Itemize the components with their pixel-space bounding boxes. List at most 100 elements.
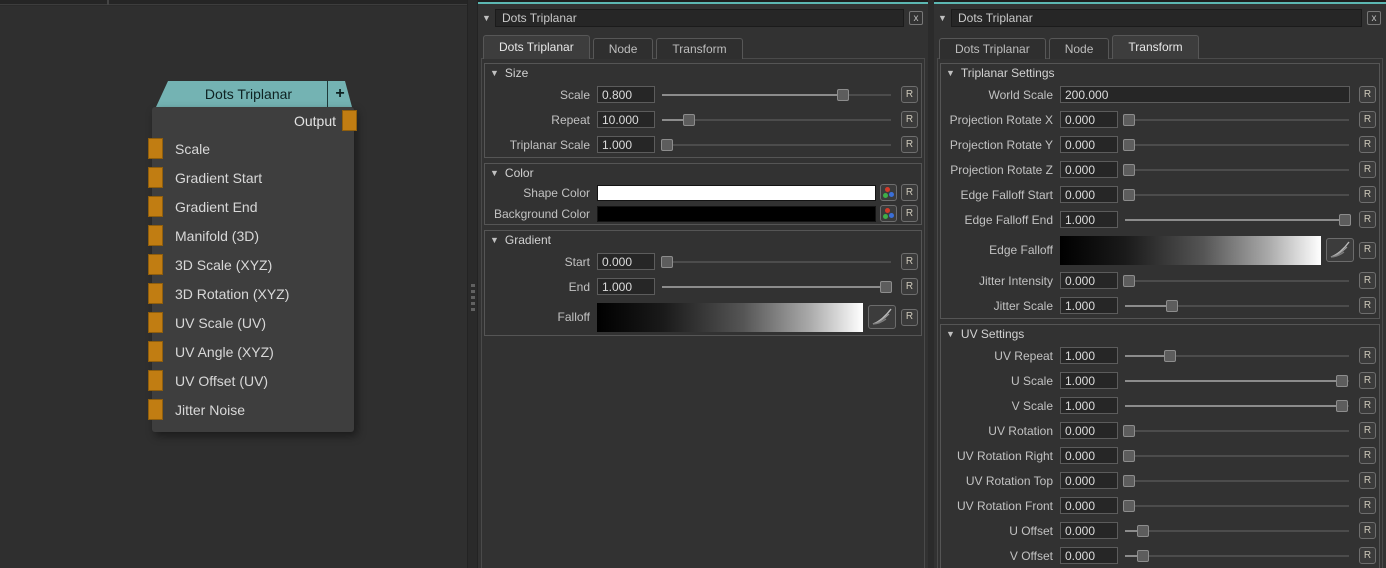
- collapse-triangle-icon[interactable]: ▼: [490, 235, 499, 245]
- slider[interactable]: [1125, 299, 1349, 313]
- reset-button[interactable]: R: [1359, 422, 1376, 439]
- slider-handle[interactable]: [1339, 214, 1351, 226]
- reset-button[interactable]: R: [901, 205, 918, 222]
- group-header[interactable]: ▼ UV Settings: [941, 325, 1379, 343]
- slider[interactable]: [1125, 424, 1349, 438]
- slider-handle[interactable]: [1123, 114, 1135, 126]
- slider-handle[interactable]: [1164, 350, 1176, 362]
- input-port[interactable]: [148, 167, 163, 188]
- tab-transform[interactable]: Transform: [1112, 35, 1198, 59]
- reset-button[interactable]: R: [901, 136, 918, 153]
- slider-handle[interactable]: [1137, 525, 1149, 537]
- slider-handle[interactable]: [1123, 139, 1135, 151]
- slider[interactable]: [1125, 274, 1349, 288]
- slider[interactable]: [662, 113, 891, 127]
- slider-handle[interactable]: [661, 139, 673, 151]
- input-port[interactable]: [148, 399, 163, 420]
- tab-node[interactable]: Node: [1049, 38, 1110, 59]
- input-port[interactable]: [148, 254, 163, 275]
- slider[interactable]: [662, 88, 891, 102]
- reset-button[interactable]: R: [1359, 297, 1376, 314]
- reset-button[interactable]: R: [1359, 547, 1376, 564]
- reset-button[interactable]: R: [901, 253, 918, 270]
- splitter-grip[interactable]: [471, 284, 475, 311]
- slider-handle[interactable]: [1166, 300, 1178, 312]
- slider[interactable]: [1125, 399, 1349, 413]
- slider[interactable]: [1125, 374, 1349, 388]
- slider[interactable]: [1125, 213, 1349, 227]
- slider-handle[interactable]: [1123, 450, 1135, 462]
- close-icon[interactable]: x: [909, 11, 923, 25]
- slider-handle[interactable]: [837, 89, 849, 101]
- reset-button[interactable]: R: [1359, 372, 1376, 389]
- value-input[interactable]: [1060, 372, 1118, 389]
- reset-button[interactable]: R: [1359, 242, 1376, 259]
- value-input[interactable]: [1060, 522, 1118, 539]
- slider-handle[interactable]: [1336, 400, 1348, 412]
- input-port[interactable]: [148, 312, 163, 333]
- collapse-triangle-icon[interactable]: ▼: [946, 329, 955, 339]
- slider[interactable]: [1125, 138, 1349, 152]
- group-header[interactable]: ▼ Color: [485, 164, 921, 182]
- collapse-triangle-icon[interactable]: ▼: [490, 168, 499, 178]
- input-port[interactable]: [148, 225, 163, 246]
- curve-editor-icon[interactable]: [868, 305, 896, 329]
- input-port[interactable]: [148, 138, 163, 159]
- reset-button[interactable]: R: [1359, 447, 1376, 464]
- close-icon[interactable]: x: [1367, 11, 1381, 25]
- value-input[interactable]: [1060, 422, 1118, 439]
- tab-transform[interactable]: Transform: [656, 38, 742, 59]
- slider-handle[interactable]: [1336, 375, 1348, 387]
- slider[interactable]: [1125, 474, 1349, 488]
- slider[interactable]: [1125, 524, 1349, 538]
- slider-handle[interactable]: [1123, 164, 1135, 176]
- slider[interactable]: [1125, 113, 1349, 127]
- falloff-gradient-bar[interactable]: [1060, 236, 1321, 265]
- group-header[interactable]: ▼ Size: [485, 64, 921, 82]
- reset-button[interactable]: R: [1359, 211, 1376, 228]
- slider[interactable]: [662, 280, 891, 294]
- slider-handle[interactable]: [1123, 500, 1135, 512]
- slider[interactable]: [1125, 499, 1349, 513]
- group-header[interactable]: ▼ Triplanar Settings: [941, 64, 1379, 82]
- tab-dots-triplanar[interactable]: Dots Triplanar: [483, 35, 590, 59]
- slider-handle[interactable]: [1137, 550, 1149, 562]
- dots-triplanar-node[interactable]: Dots Triplanar + Output Scale Gradient S…: [152, 81, 354, 432]
- value-input[interactable]: [1060, 297, 1118, 314]
- color-swatch[interactable]: [597, 206, 876, 222]
- reset-button[interactable]: R: [901, 309, 918, 326]
- value-input[interactable]: [1060, 472, 1118, 489]
- reset-button[interactable]: R: [1359, 347, 1376, 364]
- reset-button[interactable]: R: [1359, 397, 1376, 414]
- value-input[interactable]: [1060, 497, 1118, 514]
- slider-handle[interactable]: [1123, 425, 1135, 437]
- value-input[interactable]: [1060, 211, 1118, 228]
- tab-node[interactable]: Node: [593, 38, 654, 59]
- input-port[interactable]: [148, 341, 163, 362]
- tab-dots-triplanar[interactable]: Dots Triplanar: [939, 38, 1046, 59]
- node-graph-canvas[interactable]: Dots Triplanar + Output Scale Gradient S…: [0, 6, 467, 568]
- input-port[interactable]: [148, 283, 163, 304]
- value-input[interactable]: [597, 253, 655, 270]
- reset-button[interactable]: R: [1359, 111, 1376, 128]
- slider-handle[interactable]: [880, 281, 892, 293]
- slider-handle[interactable]: [1123, 275, 1135, 287]
- color-swatch[interactable]: [597, 185, 876, 201]
- value-input[interactable]: [1060, 347, 1118, 364]
- reset-button[interactable]: R: [901, 278, 918, 295]
- reset-button[interactable]: R: [1359, 472, 1376, 489]
- input-port[interactable]: [148, 196, 163, 217]
- reset-button[interactable]: R: [1359, 186, 1376, 203]
- value-input[interactable]: [597, 278, 655, 295]
- value-input[interactable]: [1060, 272, 1118, 289]
- reset-button[interactable]: R: [1359, 161, 1376, 178]
- add-port-button[interactable]: +: [327, 81, 352, 107]
- collapse-triangle-icon[interactable]: ▼: [934, 13, 951, 23]
- falloff-gradient-bar[interactable]: [597, 303, 863, 332]
- panel-splitter[interactable]: [467, 0, 478, 568]
- slider[interactable]: [662, 138, 891, 152]
- collapse-triangle-icon[interactable]: ▼: [490, 68, 499, 78]
- collapse-triangle-icon[interactable]: ▼: [478, 13, 495, 23]
- curve-editor-icon[interactable]: [1326, 238, 1354, 262]
- reset-button[interactable]: R: [1359, 497, 1376, 514]
